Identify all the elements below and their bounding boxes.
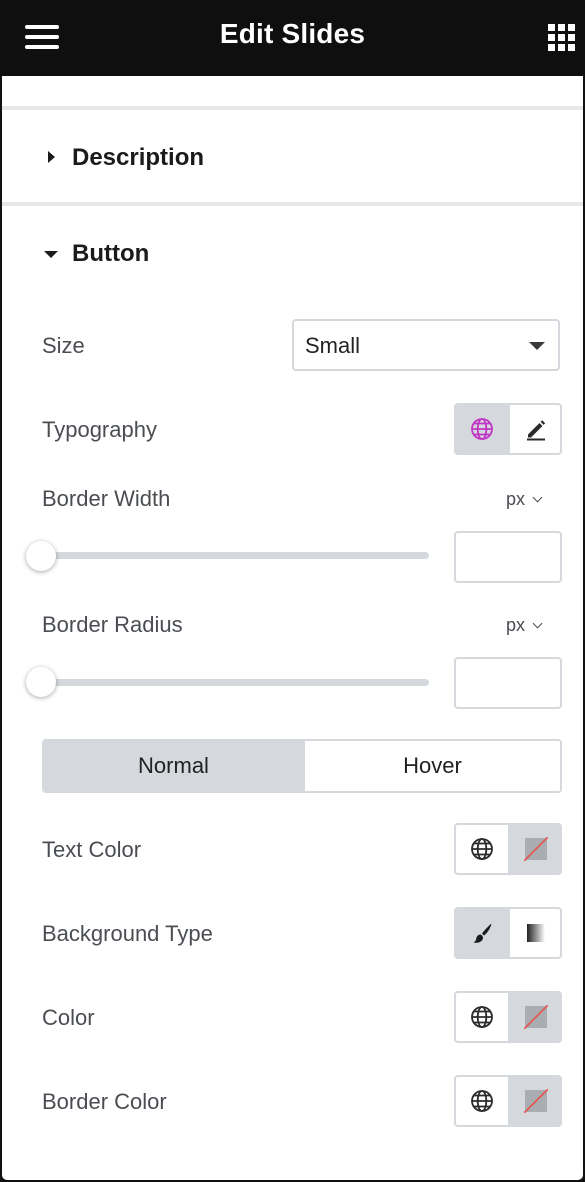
border-radius-slider-track[interactable] (42, 679, 429, 686)
text-color-global-button[interactable] (456, 825, 510, 873)
chevron-down-icon (529, 342, 545, 350)
state-tabs: Normal Hover (42, 739, 562, 793)
color-swatch-button[interactable] (510, 993, 560, 1041)
border-width-unit-select[interactable]: px (506, 489, 543, 510)
border-color-global-button[interactable] (456, 1077, 510, 1125)
typography-label: Typography (42, 417, 157, 442)
size-label: Size (42, 333, 85, 358)
section-button-toggle[interactable]: Button (2, 224, 583, 284)
no-color-swatch-icon (524, 837, 548, 861)
border-color-swatch-button[interactable] (510, 1077, 560, 1125)
unit-value: px (506, 615, 526, 635)
section-description-toggle[interactable]: Description (2, 128, 583, 188)
grid-icon[interactable] (548, 24, 575, 51)
border-radius-input[interactable] (454, 657, 562, 709)
border-radius-label: Border Radius (42, 612, 183, 637)
background-type-control (454, 907, 562, 959)
brush-icon (473, 923, 492, 943)
border-width-input[interactable] (454, 531, 562, 583)
section-description-label: Description (72, 144, 205, 171)
typography-global-button[interactable] (456, 405, 510, 453)
size-select-value: Small (305, 333, 361, 358)
size-select[interactable]: Small (292, 319, 560, 371)
color-global-button[interactable] (456, 993, 510, 1041)
editor-panel-frame: Edit Slides Description Button Size Smal… (0, 0, 585, 1182)
section-divider (2, 106, 583, 110)
globe-icon (471, 1090, 493, 1112)
section-divider (2, 202, 583, 206)
globe-icon (471, 418, 493, 440)
typography-control (454, 403, 562, 455)
tab-normal[interactable]: Normal (44, 741, 305, 791)
color-control (454, 991, 562, 1043)
border-radius-slider-thumb[interactable] (26, 667, 56, 697)
globe-icon (471, 838, 493, 860)
border-width-label: Border Width (42, 486, 171, 511)
text-color-control (454, 823, 562, 875)
caret-down-icon (44, 251, 58, 258)
background-type-gradient-button[interactable] (510, 909, 560, 957)
border-color-label: Border Color (42, 1089, 167, 1114)
gradient-icon (527, 924, 545, 942)
section-button-label: Button (72, 240, 150, 267)
chevron-down-icon (532, 492, 543, 503)
border-radius-unit-select[interactable]: px (506, 615, 543, 636)
panel-header: Edit Slides (0, 0, 585, 76)
typography-edit-button[interactable] (510, 405, 560, 453)
caret-right-icon (48, 151, 55, 163)
no-color-swatch-icon (524, 1089, 548, 1113)
text-color-label: Text Color (42, 837, 142, 862)
background-type-label: Background Type (42, 921, 213, 946)
border-width-slider-track[interactable] (42, 552, 429, 559)
chevron-down-icon (532, 618, 543, 629)
settings-panel: Description Button Size Small Typography (2, 76, 583, 1180)
border-width-slider-thumb[interactable] (26, 541, 56, 571)
border-color-control (454, 1075, 562, 1127)
tab-hover[interactable]: Hover (305, 741, 560, 791)
unit-value: px (506, 489, 526, 509)
background-type-classic-button[interactable] (456, 909, 510, 957)
pencil-icon (527, 420, 546, 441)
globe-icon (471, 1006, 493, 1028)
no-color-swatch-icon (524, 1005, 548, 1029)
color-label: Color (42, 1005, 95, 1030)
text-color-swatch-button[interactable] (510, 825, 560, 873)
panel-title: Edit Slides (219, 18, 366, 49)
